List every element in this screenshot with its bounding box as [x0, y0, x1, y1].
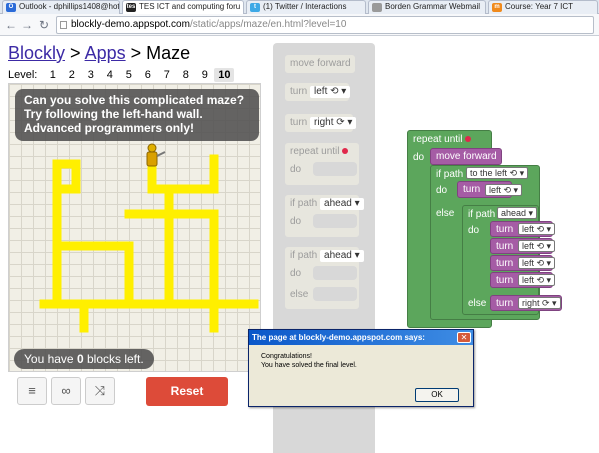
capacity-post: blocks left. — [86, 352, 144, 366]
tab-twitter[interactable]: t (1) Twitter / Interactions — [246, 0, 366, 14]
direction-dropdown[interactable]: left ⟲ ▾ — [518, 240, 556, 252]
moodle-icon: m — [492, 3, 502, 12]
path-dropdown[interactable]: to the left ⟲ ▾ — [466, 167, 529, 179]
shuffle-icon[interactable]: ⤨ — [85, 377, 115, 405]
turn-left-block[interactable]: turn left ⟲ ▾ — [457, 181, 523, 198]
level-label: Level: — [8, 69, 38, 81]
direction-dropdown[interactable]: left ⟲ ▾ — [310, 86, 351, 98]
direction-dropdown[interactable]: left ⟲ ▾ — [518, 257, 556, 269]
turn-left-block[interactable]: turn left ⟲ ▾ — [490, 221, 556, 237]
back-icon[interactable]: ← — [4, 18, 18, 32]
pegman-icon — [146, 143, 166, 167]
tab-tes[interactable]: tes TES ICT and computing foru — [122, 0, 244, 15]
tab-webmail[interactable]: Borden Grammar Webmail — [368, 0, 486, 14]
toolbox-move-forward[interactable]: move forward — [285, 55, 355, 73]
dialog-title: The page at blockly-demo.appspot.com say… — [249, 330, 473, 345]
direction-dropdown[interactable]: right ⟳ ▾ — [310, 117, 357, 129]
level-link[interactable]: 1 — [43, 68, 62, 82]
capacity-badge: You have 0 blocks left. — [14, 349, 154, 369]
level-selector: Level: 1 2 3 4 5 6 7 8 9 10 — [8, 68, 235, 82]
tab-strip: O Outlook - dphillips1408@hot tes TES IC… — [0, 0, 599, 15]
page-icon — [60, 21, 67, 29]
link-icon[interactable]: ∞ — [51, 377, 81, 405]
toolbox-repeat-until[interactable]: repeat until do — [285, 143, 359, 185]
path-dropdown[interactable]: ahead ▾ — [497, 207, 538, 219]
apps-link[interactable]: Apps — [85, 43, 126, 63]
turn-left-block[interactable]: turn left ⟲ ▾ — [490, 238, 556, 254]
direction-dropdown[interactable]: right ⟳ ▾ — [518, 297, 561, 309]
twitter-icon: t — [250, 3, 260, 12]
breadcrumb-separator: > — [70, 43, 81, 63]
direction-dropdown[interactable]: left ⟲ ▾ — [518, 274, 556, 286]
tab-title: Outlook - dphillips1408@hot — [19, 2, 120, 11]
maze-area: Can you solve this complicated maze? Try… — [8, 83, 261, 372]
reset-button[interactable]: Reset — [146, 377, 228, 406]
direction-dropdown[interactable]: left ⟲ ▾ — [518, 223, 556, 235]
capacity-pre: You have — [24, 352, 74, 366]
path-dropdown[interactable]: ahead ▾ — [320, 198, 364, 210]
level-link[interactable]: 6 — [138, 68, 157, 82]
tab-title: (1) Twitter / Interactions — [263, 2, 347, 11]
capacity-count: 0 — [76, 352, 84, 366]
browser-toolbar: ← → ↻ blockly-demo.appspot.com/static/ap… — [0, 14, 599, 36]
tab-title: TES ICT and computing foru — [139, 2, 241, 11]
goal-marker-icon — [465, 136, 472, 143]
goal-marker-icon — [342, 148, 349, 155]
dialog-line: You have solved the final level. — [261, 362, 357, 369]
dialog-line: Congratulations! — [261, 353, 312, 360]
reload-icon[interactable]: ↻ — [37, 18, 51, 32]
tab-moodle[interactable]: m Course: Year 7 ICT — [488, 0, 598, 14]
direction-dropdown[interactable]: left ⟲ ▾ — [485, 184, 523, 196]
path-dropdown[interactable]: ahead ▾ — [320, 250, 364, 262]
level-link[interactable]: 2 — [62, 68, 81, 82]
toolbox-if-path[interactable]: if path ahead ▾ do — [285, 195, 364, 237]
toolbox-if-else[interactable]: if path ahead ▾ do else — [285, 247, 364, 309]
outlook-icon: O — [6, 3, 16, 12]
alert-dialog: The page at blockly-demo.appspot.com say… — [248, 329, 474, 407]
turn-right-block[interactable]: turn right ⟳ ▾ — [490, 295, 562, 311]
forward-icon[interactable]: → — [20, 18, 34, 32]
url-host: blockly-demo.appspot.com — [71, 19, 190, 30]
level-link[interactable]: 7 — [157, 68, 176, 82]
tab-outlook[interactable]: O Outlook - dphillips1408@hot — [2, 0, 120, 14]
level-link[interactable]: 8 — [176, 68, 195, 82]
turn-left-block[interactable]: turn left ⟲ ▾ — [490, 255, 556, 271]
level-link-current[interactable]: 10 — [214, 68, 235, 82]
tab-title: Borden Grammar Webmail — [385, 2, 480, 11]
page-title: Maze — [146, 43, 191, 63]
turn-left-block[interactable]: turn left ⟲ ▾ — [490, 272, 556, 288]
ok-button[interactable]: OK — [415, 388, 459, 402]
level-link[interactable]: 4 — [100, 68, 119, 82]
address-bar[interactable]: blockly-demo.appspot.com/static/apps/maz… — [56, 16, 594, 34]
code-icon[interactable]: ≡ — [17, 377, 47, 405]
dialog-message: Congratulations! You have solved the fin… — [261, 352, 357, 370]
instruction-bubble: Can you solve this complicated maze? Try… — [15, 89, 259, 141]
level-link[interactable]: 3 — [81, 68, 100, 82]
breadcrumb-separator: > — [130, 43, 142, 63]
toolbox-turn-right[interactable]: turn right ⟳ ▾ — [285, 114, 357, 132]
level-link[interactable]: 9 — [195, 68, 214, 82]
tab-title: Course: Year 7 ICT — [505, 2, 574, 11]
url-path: /static/apps/maze/en.html?level=10 — [189, 19, 347, 30]
move-forward-block[interactable]: move forward — [430, 148, 502, 165]
level-link[interactable]: 5 — [119, 68, 138, 82]
breadcrumb: Blockly > Apps > Maze — [8, 42, 190, 64]
tes-icon: tes — [126, 3, 136, 12]
close-icon[interactable]: ✕ — [457, 332, 471, 343]
page-icon — [372, 3, 382, 12]
toolbox-turn-left[interactable]: turn left ⟲ ▾ — [285, 83, 351, 101]
blockly-link[interactable]: Blockly — [8, 43, 65, 63]
